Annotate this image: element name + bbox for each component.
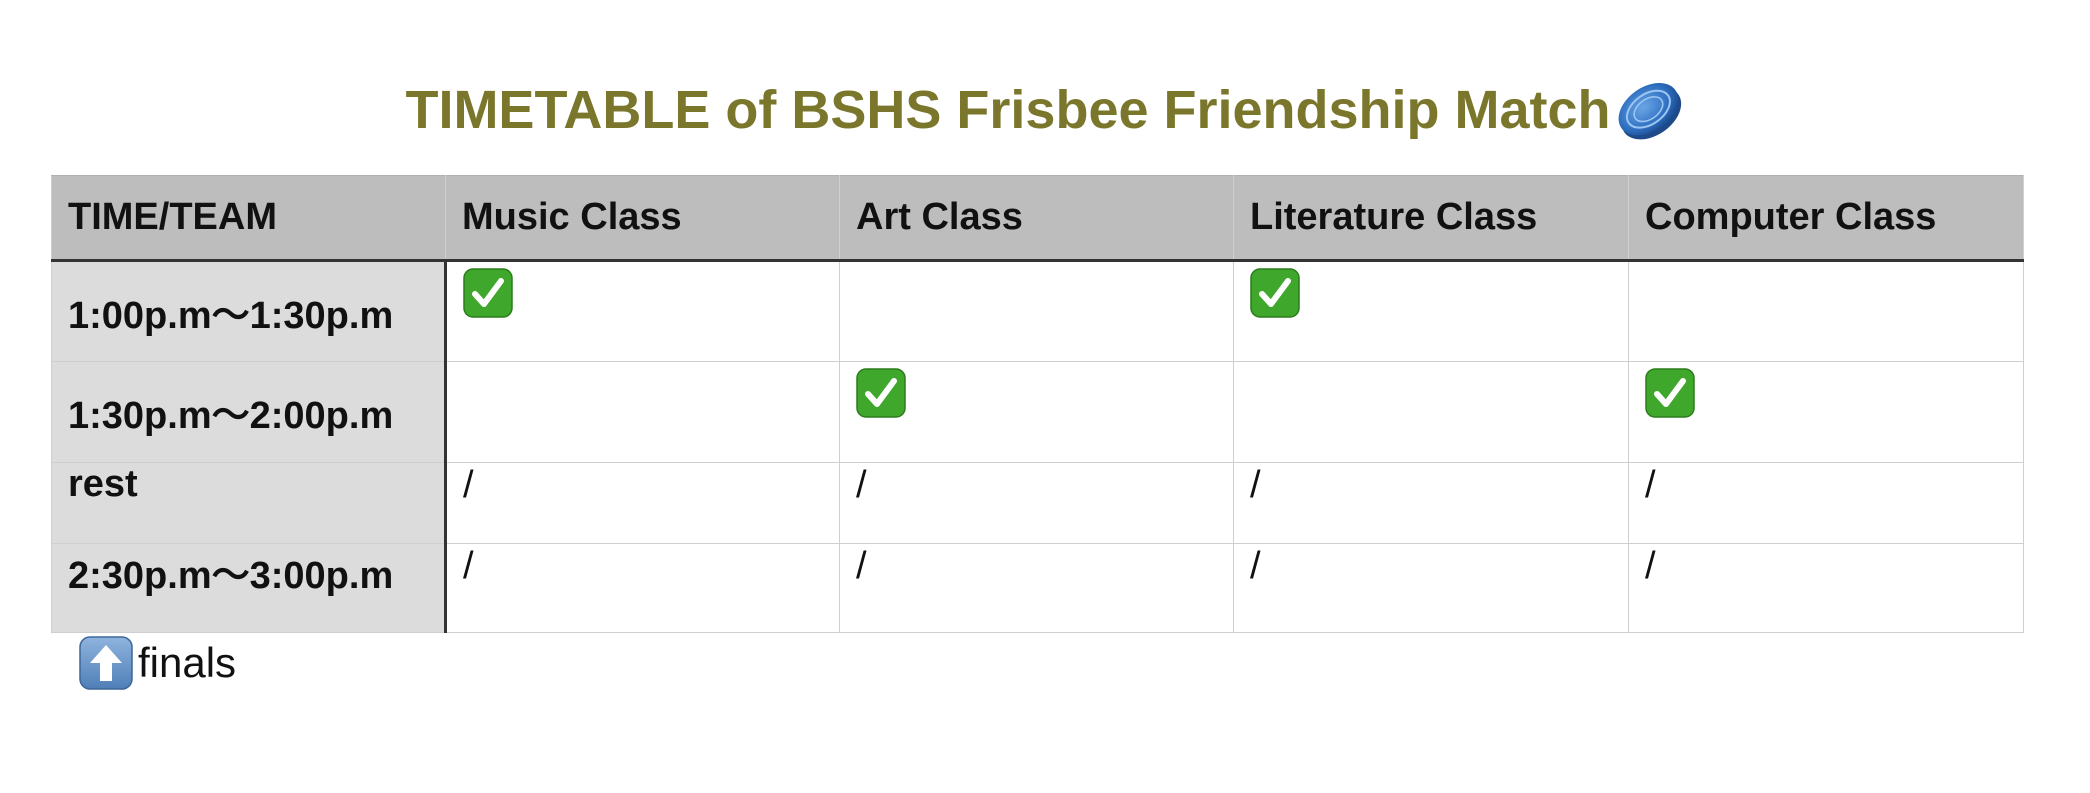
check-mark-icon [463, 268, 513, 318]
cell-music [445, 260, 840, 362]
check-mark-icon [856, 368, 906, 418]
check-mark-icon [1645, 368, 1695, 418]
time-slot-label: 1:30p.m～2:00p.m [51, 361, 447, 463]
cell-literature [1233, 361, 1629, 463]
time-slot-label: 2:30p.m～3:00p.m [51, 543, 447, 633]
page-title: TIMETABLE of BSHS Frisbee Friendship Mat… [0, 70, 2090, 150]
cell-value: / [856, 545, 867, 587]
header-music-class: Music Class [445, 175, 840, 262]
frisbee-icon [1618, 82, 1681, 140]
time-slot-label: 1:00p.m～1:30p.m [51, 260, 447, 362]
cell-literature [1233, 260, 1629, 362]
header-computer-class: Computer Class [1628, 175, 2024, 262]
cell-computer [1628, 260, 2024, 362]
cell-music: / [445, 543, 840, 633]
header-time-team: TIME/TEAM [51, 175, 446, 262]
title-text: TIMETABLE of BSHS Frisbee Friendship Mat… [405, 80, 1611, 140]
cell-music: / [445, 462, 840, 544]
cell-value: / [1645, 545, 1656, 587]
cell-computer: / [1628, 462, 2024, 544]
up-arrow-icon [79, 636, 133, 690]
cell-value: / [463, 464, 474, 506]
cell-art [839, 361, 1234, 463]
cell-art: / [839, 462, 1234, 544]
header-row: TIME/TEAM Music Class Art Class Literatu… [51, 175, 2024, 262]
cell-literature: / [1233, 543, 1629, 633]
cell-value: / [856, 464, 867, 506]
cell-computer: / [1628, 543, 2024, 633]
cell-art: / [839, 543, 1234, 633]
header-literature-class: Literature Class [1233, 175, 1629, 262]
check-mark-icon [1250, 268, 1300, 318]
table-row: 1:00p.m～1:30p.m [51, 260, 2024, 362]
table-row: 2:30p.m～3:00p.m / / / / [51, 543, 2024, 633]
time-slot-label: rest [51, 462, 447, 544]
cell-value: / [1250, 545, 1261, 587]
cell-music [445, 361, 840, 463]
cell-art [839, 260, 1234, 362]
cell-value: / [1645, 464, 1656, 506]
finals-label: finals [138, 639, 237, 686]
cell-value: / [1250, 464, 1261, 506]
finals-note: finals [78, 634, 236, 692]
table-row: 1:30p.m～2:00p.m [51, 361, 2024, 463]
header-art-class: Art Class [839, 175, 1234, 262]
timetable: TIME/TEAM Music Class Art Class Literatu… [51, 175, 2024, 633]
cell-value: / [463, 545, 474, 587]
cell-literature: / [1233, 462, 1629, 544]
cell-computer [1628, 361, 2024, 463]
table-row: rest / / / / [51, 462, 2024, 544]
